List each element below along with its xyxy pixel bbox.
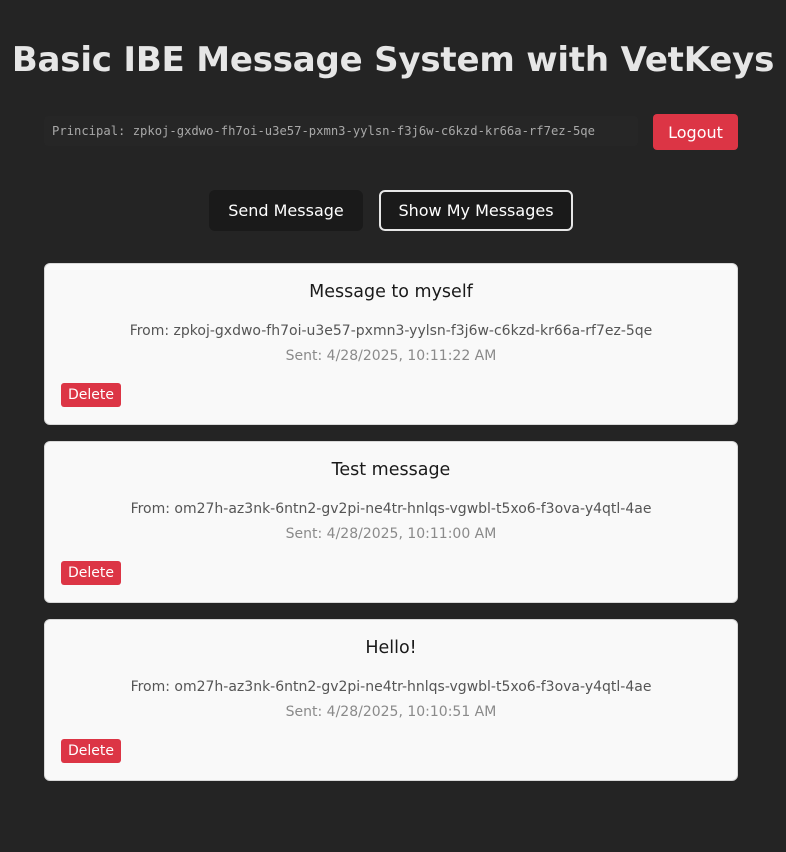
delete-message-button[interactable]: Delete	[61, 561, 121, 585]
delete-message-button[interactable]: Delete	[61, 383, 121, 407]
principal-display: Principal: zpkoj-gxdwo-fh7oi-u3e57-pxmn3…	[44, 116, 638, 146]
message-timestamp: Sent: 4/28/2025, 10:11:22 AM	[285, 348, 497, 364]
message-title: Test message	[331, 460, 451, 480]
message-card: Test message From: om27h-az3nk-6ntn2-gv2…	[44, 441, 738, 603]
page-title: Basic IBE Message System with VetKeys	[11, 40, 775, 80]
message-sender: From: om27h-az3nk-6ntn2-gv2pi-ne4tr-hnlq…	[130, 501, 652, 517]
message-card: Hello! From: om27h-az3nk-6ntn2-gv2pi-ne4…	[44, 619, 738, 781]
message-timestamp: Sent: 4/28/2025, 10:11:00 AM	[285, 526, 497, 542]
message-timestamp: Sent: 4/28/2025, 10:10:51 AM	[285, 704, 497, 720]
delete-message-button[interactable]: Delete	[61, 739, 121, 763]
message-sender: From: om27h-az3nk-6ntn2-gv2pi-ne4tr-hnlq…	[130, 679, 652, 695]
message-sender: From: zpkoj-gxdwo-fh7oi-u3e57-pxmn3-yyls…	[129, 323, 653, 339]
logout-button[interactable]: Logout	[653, 114, 738, 150]
message-title: Hello!	[365, 638, 417, 658]
message-card: Message to myself From: zpkoj-gxdwo-fh7o…	[44, 263, 738, 425]
show-my-messages-button[interactable]: Show My Messages	[379, 190, 573, 231]
message-title: Message to myself	[309, 282, 473, 302]
send-message-button[interactable]: Send Message	[209, 190, 363, 231]
app-root: Basic IBE Message System with VetKeys Pr…	[0, 0, 786, 852]
